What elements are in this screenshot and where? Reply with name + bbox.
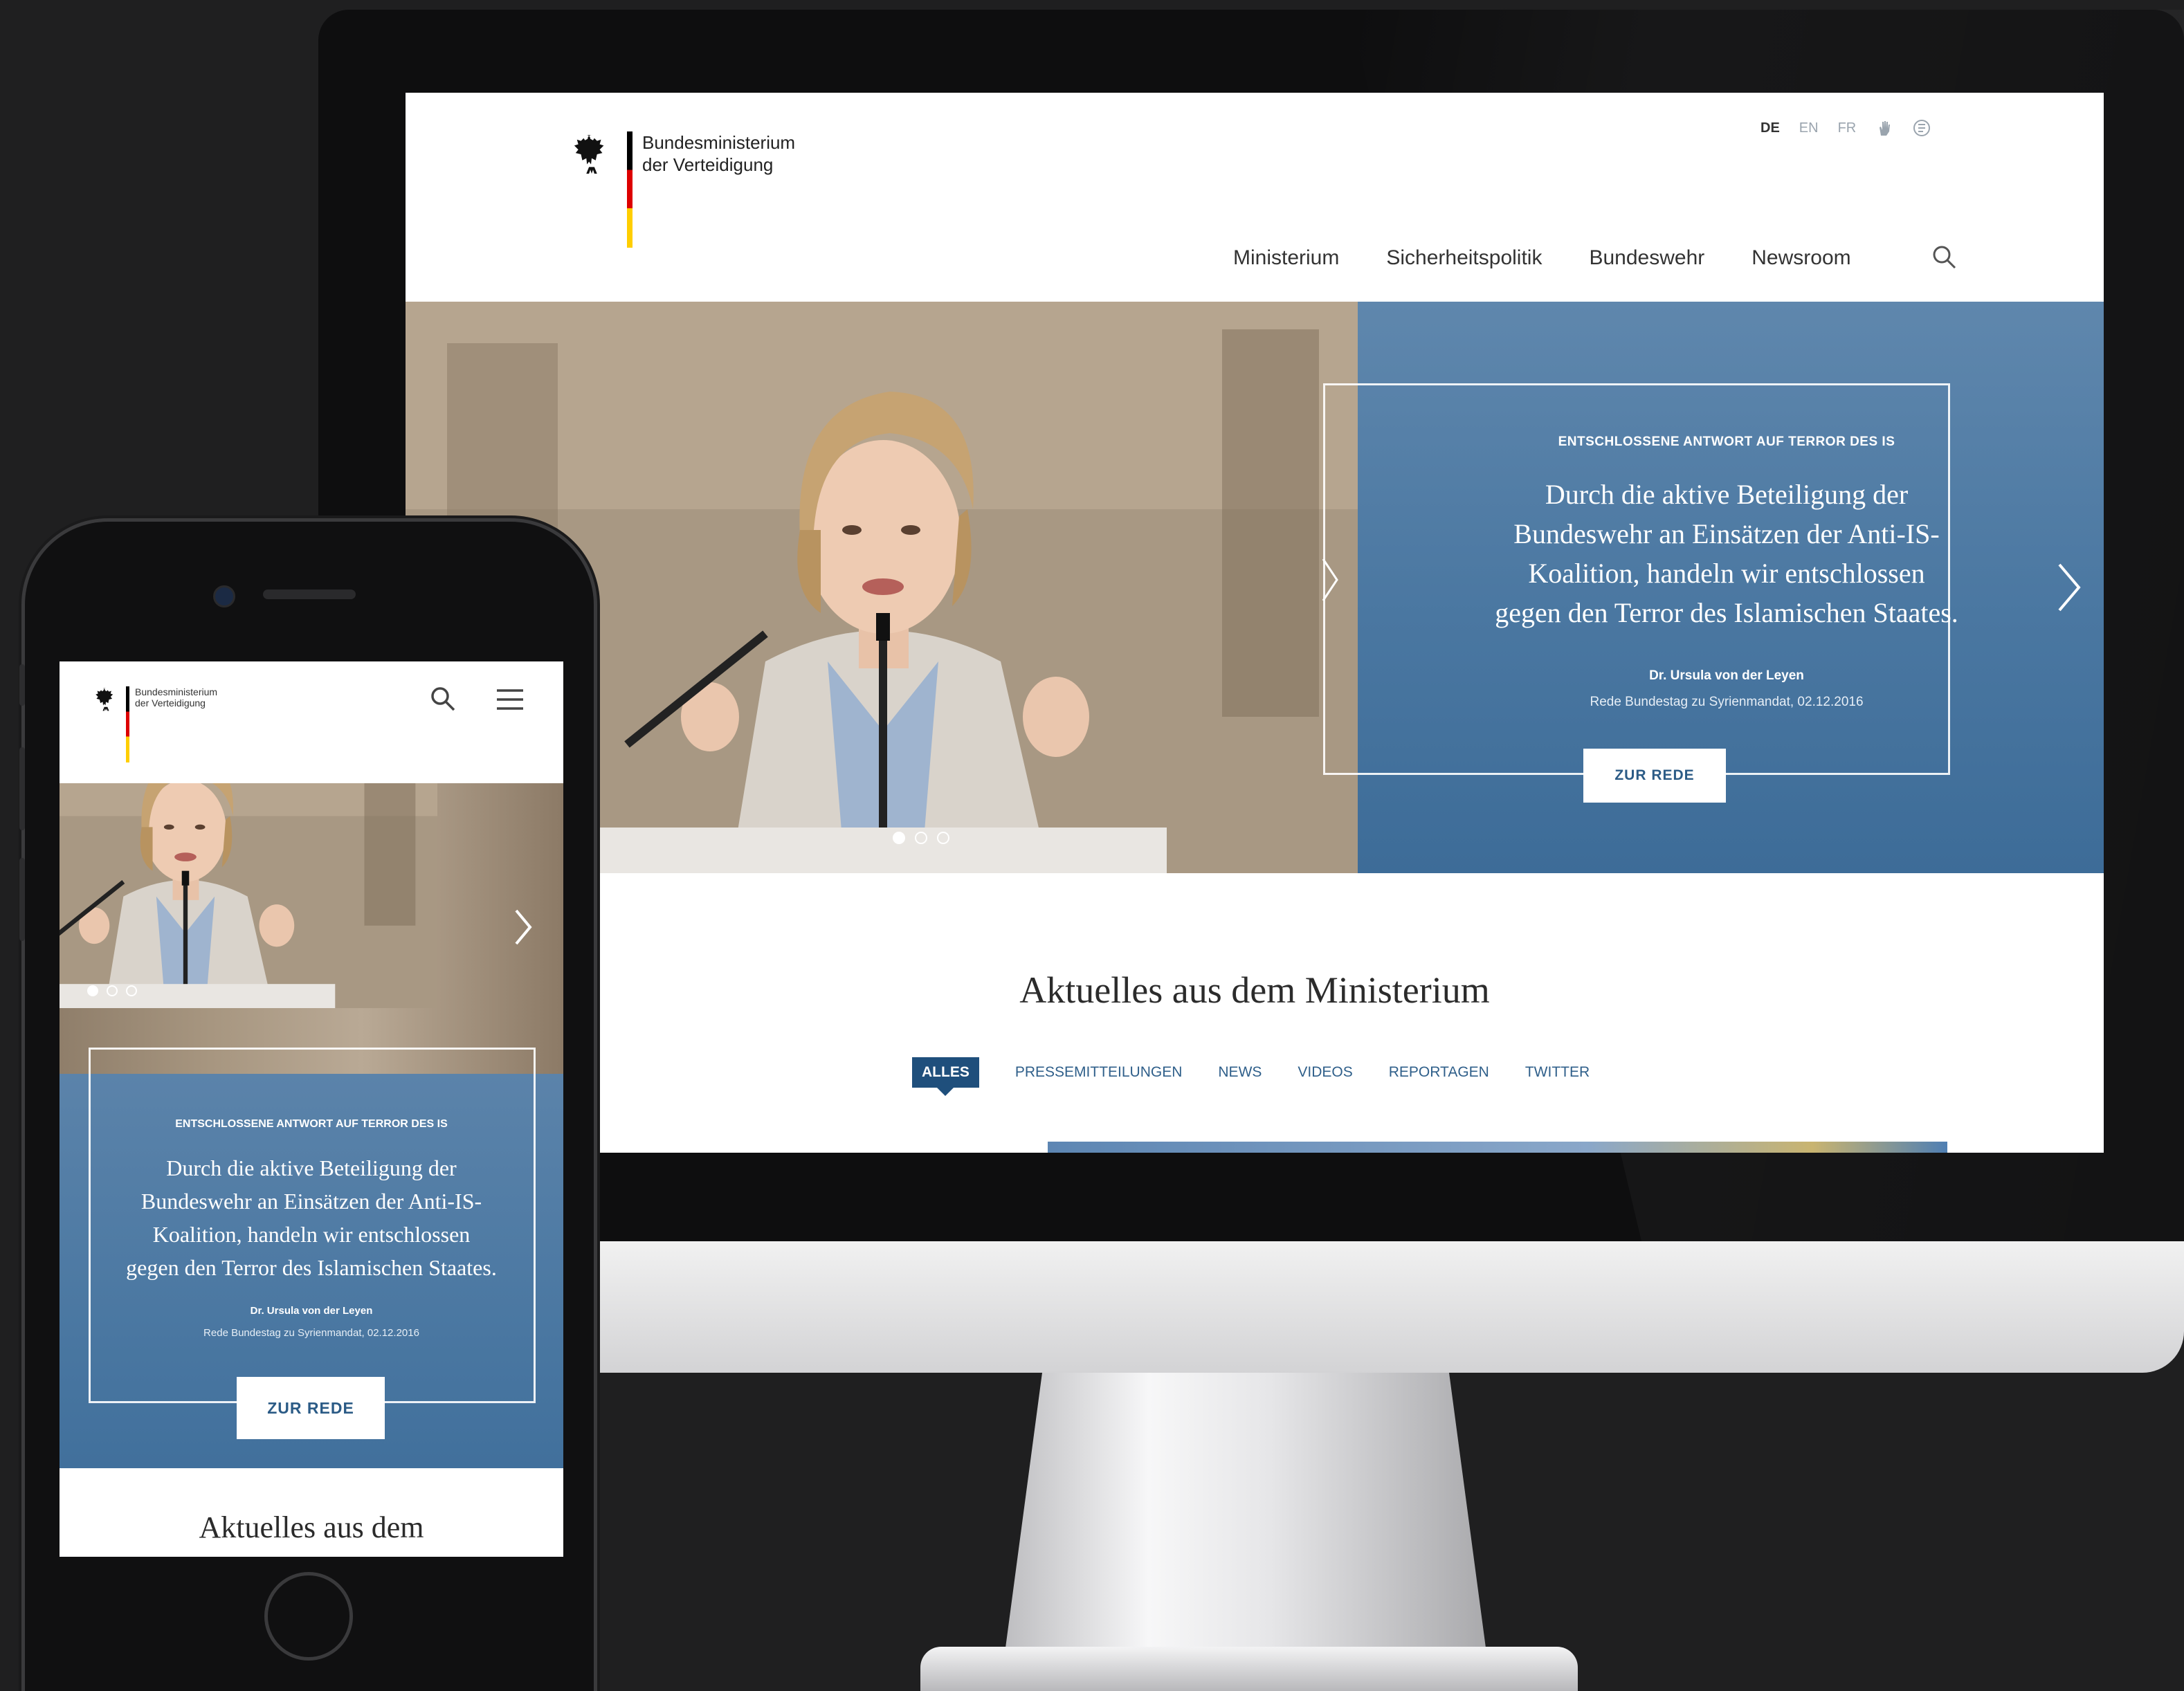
hero-quote-line: gegen den Terror des Islamischen Staates…	[1495, 597, 1958, 628]
lang-de[interactable]: DE	[1760, 120, 1780, 136]
logo-line-2: der Verteidigung	[642, 154, 774, 175]
mobile-screen: Bundesministerium der Verteidigung ENTSC…	[60, 661, 563, 1557]
flag-bar	[126, 686, 129, 762]
federal-eagle-icon	[94, 686, 118, 713]
tab-pressemitteilungen[interactable]: PRESSEMITTEILUNGEN	[1015, 1064, 1183, 1081]
lang-en[interactable]: EN	[1799, 120, 1819, 136]
nav-ministerium[interactable]: Ministerium	[1233, 246, 1339, 270]
lang-fr[interactable]: FR	[1838, 120, 1857, 136]
easy-language-icon[interactable]	[1913, 119, 1931, 137]
monitor-stand	[1003, 1373, 1488, 1663]
slider-dot-3[interactable]	[126, 985, 137, 996]
hero-quote-line: Bundeswehr an Einsätzen der Anti-IS-	[140, 1189, 482, 1214]
mobile-site-logo[interactable]: Bundesministerium der Verteidigung	[94, 686, 217, 762]
news-teaser-image[interactable]	[1048, 1142, 1947, 1153]
hero-quote: Durch die aktive Beteiligung der Bundesw…	[87, 1151, 536, 1284]
site-logo[interactable]: Bundesministerium der Verteidigung	[572, 131, 795, 248]
nav-bundeswehr[interactable]: Bundeswehr	[1589, 246, 1704, 270]
zur-rede-button[interactable]: ZUR REDE	[237, 1377, 385, 1439]
hero-quote-line: Durch die aktive Beteiligung der	[1545, 479, 1909, 510]
hero-slider: ENTSCHLOSSENE ANTWORT AUF TERROR DES IS …	[406, 302, 2104, 873]
slider-dot-2[interactable]	[107, 985, 118, 996]
phone-side-button	[19, 858, 25, 941]
search-icon[interactable]	[1931, 244, 1958, 271]
nav-sicherheitspolitik[interactable]: Sicherheitspolitik	[1386, 246, 1542, 270]
nav-newsroom[interactable]: Newsroom	[1751, 246, 1850, 270]
section-title: Aktuelles aus dem	[199, 1510, 424, 1544]
logo-line-1: Bundesministerium	[135, 686, 218, 697]
slider-dots	[87, 985, 137, 996]
hero-kicker: ENTSCHLOSSENE ANTWORT AUF TERROR DES IS	[175, 1118, 448, 1130]
sign-language-icon[interactable]	[1875, 119, 1893, 137]
hero-quote-line: Koalition, handeln wir entschlossen	[152, 1222, 471, 1247]
slider-dot-1[interactable]	[893, 832, 905, 844]
logo-text: Bundesministerium der Verteidigung	[642, 131, 795, 176]
hamburger-menu-icon[interactable]	[495, 688, 525, 711]
language-switcher: DE EN FR	[1760, 119, 1931, 137]
logo-line-2: der Verteidigung	[135, 697, 206, 709]
search-icon[interactable]	[429, 685, 457, 713]
chevron-right-icon[interactable]	[2055, 562, 2083, 613]
hero-quote-line: gegen den Terror des Islamischen Staates…	[126, 1255, 497, 1280]
tab-twitter[interactable]: TWITTER	[1525, 1064, 1590, 1081]
monitor-foot	[920, 1647, 1578, 1691]
hero-kicker: ENTSCHLOSSENE ANTWORT AUF TERROR DES IS	[1558, 435, 1895, 449]
slider-dot-2[interactable]	[915, 832, 927, 844]
hero-source: Rede Bundestag zu Syrienmandat, 02.12.20…	[1590, 695, 1864, 709]
hero-author: Dr. Ursula von der Leyen	[1649, 668, 1804, 683]
phone-speaker	[263, 589, 356, 599]
hero-source: Rede Bundestag zu Syrienmandat, 02.12.20…	[203, 1327, 419, 1339]
federal-eagle-icon	[572, 131, 612, 177]
tab-videos[interactable]: VIDEOS	[1298, 1064, 1352, 1081]
section-title: Aktuelles aus dem Ministerium	[1019, 969, 1490, 1011]
hero-quote-line: Bundeswehr an Einsätzen der Anti-IS-	[1513, 518, 1940, 549]
chevron-right-icon[interactable]	[513, 908, 533, 947]
tab-reportagen[interactable]: REPORTAGEN	[1389, 1064, 1489, 1081]
hero-quote: Durch die aktive Beteiligung der Bundesw…	[1372, 475, 2082, 632]
slider-dot-1[interactable]	[87, 985, 98, 996]
slider-dots	[893, 832, 949, 844]
hero-quote-line: Koalition, handeln wir entschlossen	[1528, 558, 1925, 589]
logo-text: Bundesministerium der Verteidigung	[135, 686, 217, 762]
monitor-chin	[318, 1241, 2184, 1373]
hero-frame-notch	[1322, 559, 1338, 601]
main-nav: Ministerium Sicherheitspolitik Bundesweh…	[1233, 246, 1851, 270]
hero-quote-line: Durch die aktive Beteiligung der	[166, 1155, 457, 1180]
news-filter-tabs: ALLES PRESSEMITTEILUNGEN NEWS VIDEOS REP…	[912, 1057, 1590, 1096]
zur-rede-button[interactable]: ZUR REDE	[1583, 749, 1726, 803]
slider-dot-3[interactable]	[937, 832, 949, 844]
flag-bar	[627, 131, 633, 248]
phone-camera	[213, 585, 235, 607]
desktop-screen: Bundesministerium der Verteidigung DE EN…	[406, 93, 2104, 1153]
home-button[interactable]	[264, 1572, 353, 1661]
logo-line-1: Bundesministerium	[642, 132, 796, 153]
mobile-hero-slider: ENTSCHLOSSENE ANTWORT AUF TERROR DES IS …	[60, 783, 563, 1468]
hero-author: Dr. Ursula von der Leyen	[250, 1305, 373, 1317]
phone-side-button	[19, 747, 25, 830]
phone-side-button	[19, 664, 25, 706]
hero-photo	[60, 783, 563, 1074]
tab-news[interactable]: NEWS	[1218, 1064, 1262, 1081]
tab-alles[interactable]: ALLES	[912, 1057, 979, 1096]
